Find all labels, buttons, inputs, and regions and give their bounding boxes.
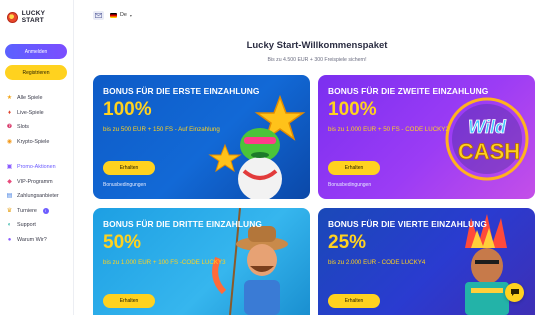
trophy-icon: ♛ — [6, 207, 13, 214]
card-title: BONUS FÜR DIE DRITTE EINZAHLUNG — [103, 219, 262, 229]
terms-link[interactable]: Bonusbedingungen — [328, 182, 371, 188]
support-icon: ◐ — [7, 222, 12, 229]
crypto-icon: ◉ — [6, 138, 13, 145]
card-title: BONUS FÜR DIE ZWEITE EINZAHLUNG — [328, 86, 489, 96]
payment-icon: ▤ — [6, 193, 13, 200]
card-percent: 50% — [103, 232, 142, 253]
vip-icon: ◆ — [7, 178, 12, 185]
register-button[interactable]: Registrieren — [5, 65, 67, 80]
claim-button[interactable]: Erhalten — [328, 294, 380, 308]
brand-logo[interactable]: LUCKY START — [7, 9, 68, 25]
logo-icon — [7, 11, 18, 23]
info-badge: i — [42, 207, 49, 214]
sidebar-item-label: Warum Wir? — [17, 236, 47, 243]
card-title: BONUS FÜR DIE VIERTE EINZAHLUNG — [328, 219, 487, 229]
star-icon: ★ — [6, 95, 13, 102]
sidebar-nav: ★ Alle Spiele ♦ Live-Spiele ❼ Slots ◉ Kr… — [5, 91, 68, 247]
card-description: bis zu 500 EUR + 150 FS - Auf Einzahlung — [103, 126, 220, 133]
sidebar-item-support[interactable]: ◐ Support — [5, 218, 68, 233]
svg-text:Wild: Wild — [468, 117, 507, 137]
sidebar-item-turniere[interactable]: ♛ Turniere i — [5, 204, 68, 219]
question-icon: ● — [7, 236, 12, 243]
sidebar-item-label: Turniere — [17, 207, 37, 214]
claim-button[interactable]: Erhalten — [103, 161, 155, 175]
card-percent: 25% — [328, 232, 367, 253]
language-selector[interactable]: De ▾ — [110, 12, 132, 18]
mail-button[interactable] — [93, 11, 104, 20]
sidebar-item-alle-spiele[interactable]: ★ Alle Spiele — [5, 91, 68, 106]
chevron-down-icon: ▾ — [129, 12, 132, 18]
sidebar-item-label: Alle Spiele — [17, 95, 43, 102]
mail-icon — [95, 13, 102, 18]
card-description: bis zu 1.000 EUR + 50 FS - CODE LUCKY2 — [328, 126, 449, 133]
bonus-card-third-deposit: BONUS FÜR DIE DRITTE EINZAHLUNG 50% bis … — [93, 208, 310, 315]
chat-button[interactable] — [505, 283, 524, 302]
bonus-card-second-deposit: Wild CASH BONUS FÜR DIE ZWEITE EINZAHLUN… — [318, 75, 535, 199]
germany-flag-icon — [110, 12, 117, 18]
sidebar-item-slots[interactable]: ❼ Slots — [5, 120, 68, 135]
sidebar-item-label: VIP-Programm — [17, 178, 53, 185]
sidebar-item-live-spiele[interactable]: ♦ Live-Spiele — [5, 106, 68, 121]
sidebar: LUCKY START Anmelden Registrieren ★ Alle… — [0, 0, 74, 315]
sidebar-item-warum-wir[interactable]: ● Warum Wir? — [5, 233, 68, 248]
nav-divider — [5, 149, 68, 160]
language-label: De — [120, 12, 127, 18]
sidebar-item-label: Krypto-Spiele — [17, 138, 50, 145]
card-percent: 100% — [103, 99, 152, 120]
page-subtitle: Bis zu 4.500 EUR + 300 Freispiele sicher… — [267, 57, 367, 63]
claim-button[interactable]: Erhalten — [328, 161, 380, 175]
gift-icon: ▣ — [6, 164, 13, 171]
card-title: BONUS FÜR DIE ERSTE EINZAHLUNG — [103, 86, 260, 96]
page-title: Lucky Start-Willkommenspaket — [246, 40, 388, 51]
card-description: bis zu 1.000 EUR + 100 FS -CODE LUCKY3 — [103, 259, 226, 266]
login-button[interactable]: Anmelden — [5, 44, 67, 59]
terms-link[interactable]: Bonusbedingungen — [103, 182, 146, 188]
bonus-card-fourth-deposit: BONUS FÜR DIE VIERTE EINZAHLUNG 25% bis … — [318, 208, 535, 315]
sidebar-item-label: Support — [17, 222, 36, 229]
slots-icon: ❼ — [6, 124, 13, 131]
claim-button[interactable]: Erhalten — [103, 294, 155, 308]
brand-name: LUCKY START — [21, 10, 46, 24]
sidebar-item-label: Live-Spiele — [17, 109, 44, 116]
sidebar-item-label: Promo-Aktionen — [17, 164, 56, 171]
bonus-card-first-deposit: BONUS FÜR DIE ERSTE EINZAHLUNG 100% bis … — [93, 75, 310, 199]
svg-text:CASH: CASH — [458, 139, 520, 164]
card-percent: 100% — [328, 99, 377, 120]
sidebar-item-zahlungsanbieter[interactable]: ▤ Zahlungsanbieter — [5, 189, 68, 204]
sidebar-item-krypto-spiele[interactable]: ◉ Krypto-Spiele — [5, 135, 68, 150]
sidebar-item-promo-aktionen[interactable]: ▣ Promo-Aktionen — [5, 160, 68, 175]
live-icon: ♦ — [7, 109, 12, 116]
card-description: bis zu 2.000 EUR - CODE LUCKY4 — [328, 259, 426, 266]
sidebar-item-vip-programm[interactable]: ◆ VIP-Programm — [5, 175, 68, 190]
sidebar-item-label: Zahlungsanbieter — [17, 193, 59, 200]
sidebar-item-label: Slots — [17, 124, 29, 131]
top-bar: De ▾ — [74, 0, 560, 30]
chat-icon — [510, 289, 519, 296]
